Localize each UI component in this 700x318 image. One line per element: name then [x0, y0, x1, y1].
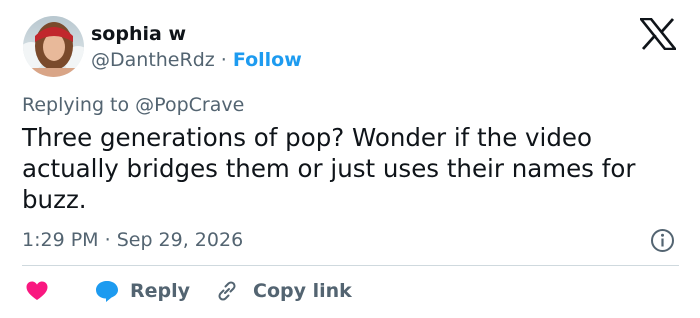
author-handle-row: @DantheRdz · Follow	[91, 48, 302, 72]
info-icon[interactable]	[650, 228, 675, 253]
tweet-card: sophia w @DantheRdz · Follow Replying to…	[0, 0, 700, 318]
author-name[interactable]: sophia w	[91, 22, 186, 46]
speech-bubble-icon	[96, 281, 118, 302]
reply-prefix: Replying to	[22, 94, 130, 116]
copy-link-button[interactable]: Copy link	[215, 277, 352, 305]
reply-button[interactable]: Reply	[94, 277, 190, 305]
reply-context: Replying to @PopCrave	[22, 93, 244, 117]
follow-button[interactable]: Follow	[233, 49, 302, 71]
timestamp-separator: ·	[104, 229, 111, 251]
divider	[22, 265, 679, 266]
action-bar: Reply Copy link	[22, 277, 682, 305]
like-button[interactable]	[25, 279, 49, 303]
reply-mention[interactable]: @PopCrave	[135, 94, 244, 116]
handle-separator: ·	[220, 49, 227, 71]
tweet-text: Three generations of pop? Wonder if the …	[22, 123, 636, 214]
link-icon	[218, 281, 236, 301]
copy-link-label: Copy link	[253, 280, 352, 302]
avatar[interactable]	[23, 16, 84, 77]
author-handle[interactable]: @DantheRdz	[91, 49, 215, 71]
x-logo-icon[interactable]	[638, 17, 678, 51]
tweet-date: Sep 29, 2026	[116, 229, 244, 251]
heart-icon	[26, 281, 48, 300]
tweet-time: 1:29 PM	[22, 229, 99, 251]
tweet-timestamp[interactable]: 1:29 PM · Sep 29, 2026	[22, 228, 243, 252]
reply-label: Reply	[130, 280, 191, 302]
